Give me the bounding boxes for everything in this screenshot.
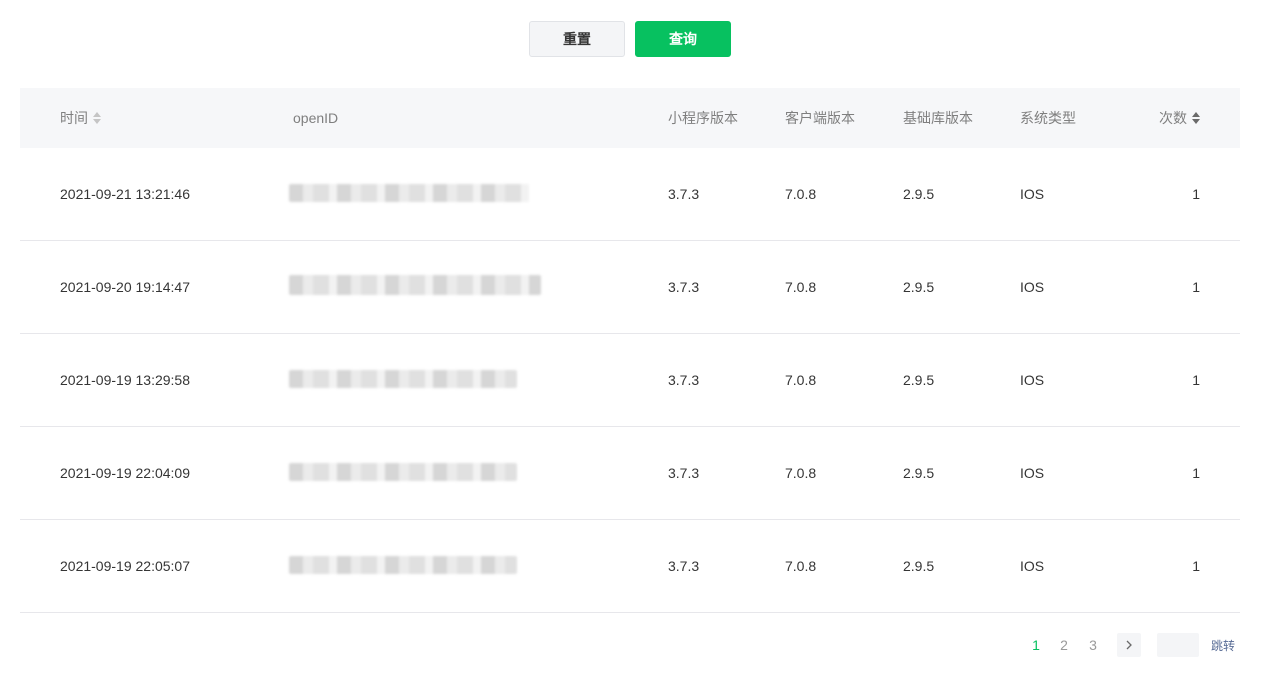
cell-base-version: 2.9.5 — [903, 558, 935, 574]
cell-system-type: IOS — [1020, 372, 1045, 388]
cell-base-version: 2.9.5 — [903, 279, 935, 295]
page-2-button[interactable]: 2 — [1054, 633, 1074, 657]
header-base-version-label: 基础库版本 — [903, 110, 973, 126]
chevron-right-icon — [1125, 638, 1133, 653]
cell-time: 2021-09-20 19:14:47 — [60, 279, 190, 295]
openid-redacted — [289, 275, 541, 295]
jump-page-input[interactable] — [1157, 633, 1199, 657]
cell-count: 1 — [1192, 465, 1200, 481]
header-time[interactable]: 时间 — [60, 88, 101, 148]
cell-time: 2021-09-19 13:29:58 — [60, 372, 190, 388]
table-row: 2021-09-20 19:14:47 3.7.3 7.0.8 2.9.5 IO… — [20, 241, 1240, 334]
cell-time: 2021-09-19 22:04:09 — [60, 465, 190, 481]
cell-system-type: IOS — [1020, 186, 1045, 202]
openid-redacted — [289, 370, 517, 388]
jump-button[interactable]: 跳转 — [1211, 633, 1235, 657]
header-mini-version-label: 小程序版本 — [668, 110, 738, 126]
page-1-button[interactable]: 1 — [1026, 633, 1046, 657]
filter-actions: 重置 查询 — [0, 21, 1268, 57]
header-system-type: 系统类型 — [1020, 88, 1076, 148]
cell-mini-version: 3.7.3 — [668, 465, 700, 481]
cell-client-version: 7.0.8 — [785, 279, 817, 295]
cell-client-version: 7.0.8 — [785, 186, 817, 202]
header-system-type-label: 系统类型 — [1020, 110, 1076, 126]
cell-mini-version: 3.7.3 — [668, 372, 700, 388]
cell-count: 1 — [1192, 279, 1200, 295]
cell-time: 2021-09-21 13:21:46 — [60, 186, 190, 202]
header-openid-label: openID — [293, 110, 339, 126]
cell-mini-version: 3.7.3 — [668, 279, 700, 295]
header-client-version: 客户端版本 — [785, 88, 855, 148]
cell-system-type: IOS — [1020, 465, 1045, 481]
next-page-button[interactable] — [1117, 633, 1141, 657]
table-row: 2021-09-19 13:29:58 3.7.3 7.0.8 2.9.5 IO… — [20, 334, 1240, 427]
cell-system-type: IOS — [1020, 558, 1045, 574]
pagination: 1 2 3 跳转 — [0, 633, 1268, 657]
cell-count: 1 — [1192, 558, 1200, 574]
cell-count: 1 — [1192, 372, 1200, 388]
cell-base-version: 2.9.5 — [903, 372, 935, 388]
table-row: 2021-09-21 13:21:46 3.7.3 7.0.8 2.9.5 IO… — [20, 148, 1240, 241]
openid-redacted — [289, 463, 517, 481]
cell-client-version: 7.0.8 — [785, 558, 817, 574]
cell-client-version: 7.0.8 — [785, 372, 817, 388]
openid-redacted — [289, 184, 529, 202]
table-row: 2021-09-19 22:05:07 3.7.3 7.0.8 2.9.5 IO… — [20, 520, 1240, 613]
header-client-version-label: 客户端版本 — [785, 110, 855, 126]
query-button[interactable]: 查询 — [635, 21, 731, 57]
data-table: 时间 openID 小程序版本 客户端版本 基础库版本 系统类型 次数 2021… — [20, 88, 1240, 613]
cell-client-version: 7.0.8 — [785, 465, 817, 481]
cell-count: 1 — [1192, 186, 1200, 202]
openid-redacted — [289, 556, 517, 574]
cell-mini-version: 3.7.3 — [668, 558, 700, 574]
header-base-version: 基础库版本 — [903, 88, 973, 148]
page-3-button[interactable]: 3 — [1083, 633, 1103, 657]
header-time-label: 时间 — [60, 110, 88, 126]
cell-time: 2021-09-19 22:05:07 — [60, 558, 190, 574]
cell-base-version: 2.9.5 — [903, 465, 935, 481]
cell-system-type: IOS — [1020, 279, 1045, 295]
header-count[interactable]: 次数 — [1159, 88, 1200, 148]
cell-base-version: 2.9.5 — [903, 186, 935, 202]
header-openid: openID — [293, 88, 338, 148]
cell-mini-version: 3.7.3 — [668, 186, 700, 202]
reset-button[interactable]: 重置 — [529, 21, 625, 57]
header-count-label: 次数 — [1159, 110, 1187, 126]
table-row: 2021-09-19 22:04:09 3.7.3 7.0.8 2.9.5 IO… — [20, 427, 1240, 520]
table-header: 时间 openID 小程序版本 客户端版本 基础库版本 系统类型 次数 — [20, 88, 1240, 148]
header-mini-version: 小程序版本 — [668, 88, 738, 148]
sort-icon[interactable] — [93, 112, 101, 124]
sort-icon[interactable] — [1192, 112, 1200, 124]
